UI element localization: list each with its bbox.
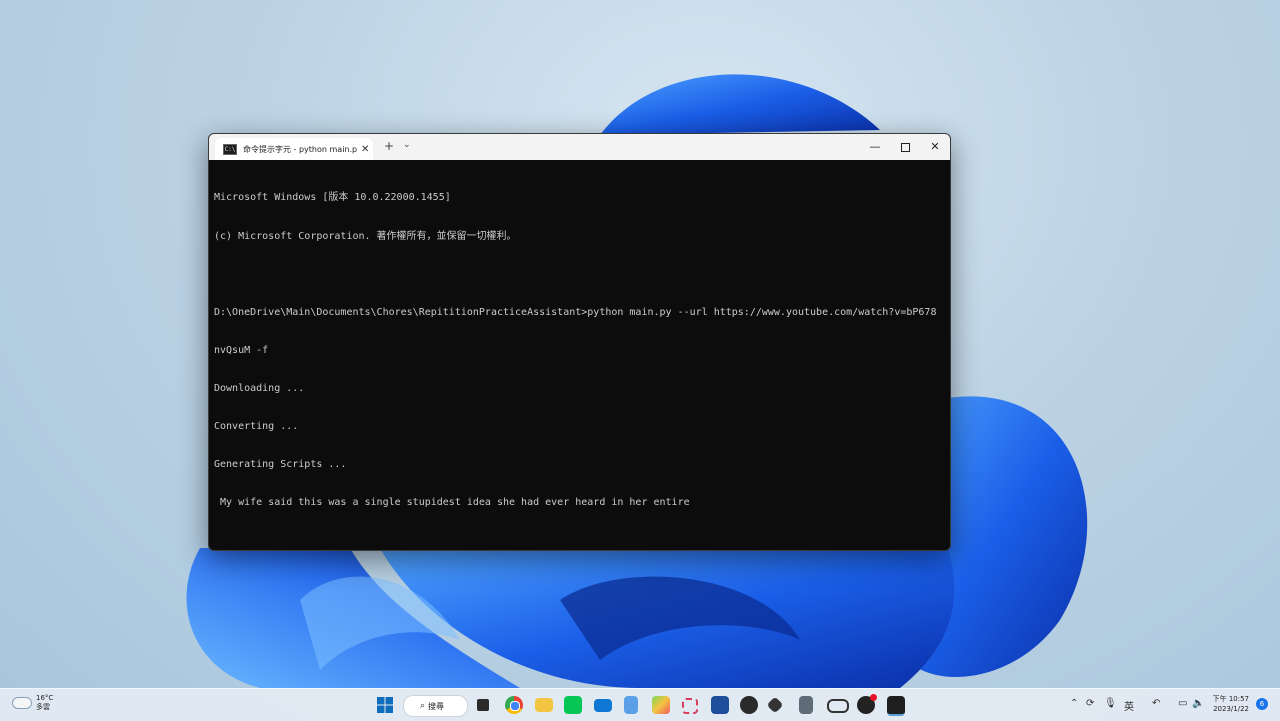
console-line: nvQsuM -f [214,344,269,356]
clock[interactable]: 下午 10:57 2023/1/22 [1205,694,1249,714]
chevron-up-icon[interactable]: ⌃ [1070,698,1078,709]
taskbar: 16°C 多雲 ⌕ 搜尋 ⌃ ⟳ 🎙 英 ↶ ▭ 🔈 下午 10:57 2023… [0,688,1280,721]
mail-icon[interactable] [594,699,612,712]
task-view-icon[interactable] [477,699,489,711]
terminal-window[interactable]: C:\ 命令提示字元 - python main.py ✕ + ⌄ — ✕ Mi… [208,133,951,551]
tab-dropdown-button[interactable]: ⌄ [403,140,411,150]
gamepad-icon[interactable] [827,699,849,713]
onedrive-sync-icon[interactable]: ⟳ [1086,698,1094,709]
clock-date: 2023/1/22 [1213,705,1249,713]
input-method[interactable]: 英 [1124,698,1134,713]
calculator-icon[interactable] [799,696,813,714]
tab-title: 命令提示字元 - python main.py [243,144,357,154]
maximize-icon [900,142,910,152]
weather-temperature: 16°C [36,694,54,702]
terminal-icon[interactable] [887,696,905,716]
file-explorer-icon[interactable] [535,698,553,712]
start-windows-icon[interactable] [376,696,394,714]
console-line: Converting ... [214,420,299,432]
microphone-icon[interactable]: 🎙 [1104,698,1117,709]
search-icon: ⌕ [420,701,426,711]
chrome-icon[interactable] [505,696,523,714]
inkscape-icon[interactable] [766,696,784,714]
network-icon[interactable]: ▭ [1178,698,1187,709]
console-line: Microsoft Windows [版本 10.0.22000.1455] [214,192,451,204]
line-app-icon[interactable] [564,696,582,714]
console-line: Downloading ... [214,382,305,394]
snipping-tool-icon[interactable] [682,698,698,714]
command-prompt-icon: C:\ [223,143,237,155]
search-label: 搜尋 [428,701,445,711]
weather-description: 多雲 [36,703,50,711]
recorder-icon[interactable] [857,694,877,714]
console-line: (c) Microsoft Corporation. 著作權所有，並保留一切權利… [214,230,517,242]
whiteboard-icon[interactable] [711,696,729,714]
console-line: Generating Scripts ... [214,459,347,471]
title-bar[interactable]: C:\ 命令提示字元 - python main.py ✕ + ⌄ — ✕ [209,134,950,160]
notepad-icon[interactable] [624,696,638,714]
new-tab-button[interactable]: + [384,139,394,153]
taskbar-search[interactable]: ⌕ 搜尋 [403,695,468,717]
close-button[interactable]: ✕ [921,138,949,156]
tab-close-icon[interactable]: ✕ [361,144,369,155]
bluestacks-icon[interactable] [652,696,670,714]
tab-command-prompt[interactable]: C:\ 命令提示字元 - python main.py ✕ [215,138,373,160]
weather-widget[interactable]: 16°C 多雲 [12,694,53,712]
notification-badge[interactable]: 6 [1256,698,1268,710]
minimize-button[interactable]: — [861,138,889,156]
maximize-button[interactable] [891,138,919,156]
console-output[interactable]: Microsoft Windows [版本 10.0.22000.1455] (… [214,167,945,535]
clock-time: 下午 10:57 [1212,695,1249,703]
console-line: My wife said this was a single stupidest… [214,497,690,509]
console-line: D:\OneDrive\Main\Documents\Chores\Repiti… [214,306,937,318]
cloud-icon [12,697,32,709]
input-mode-icon[interactable]: ↶ [1152,698,1160,709]
obs-icon[interactable] [740,696,758,714]
volume-icon[interactable]: 🔈 [1192,698,1204,709]
